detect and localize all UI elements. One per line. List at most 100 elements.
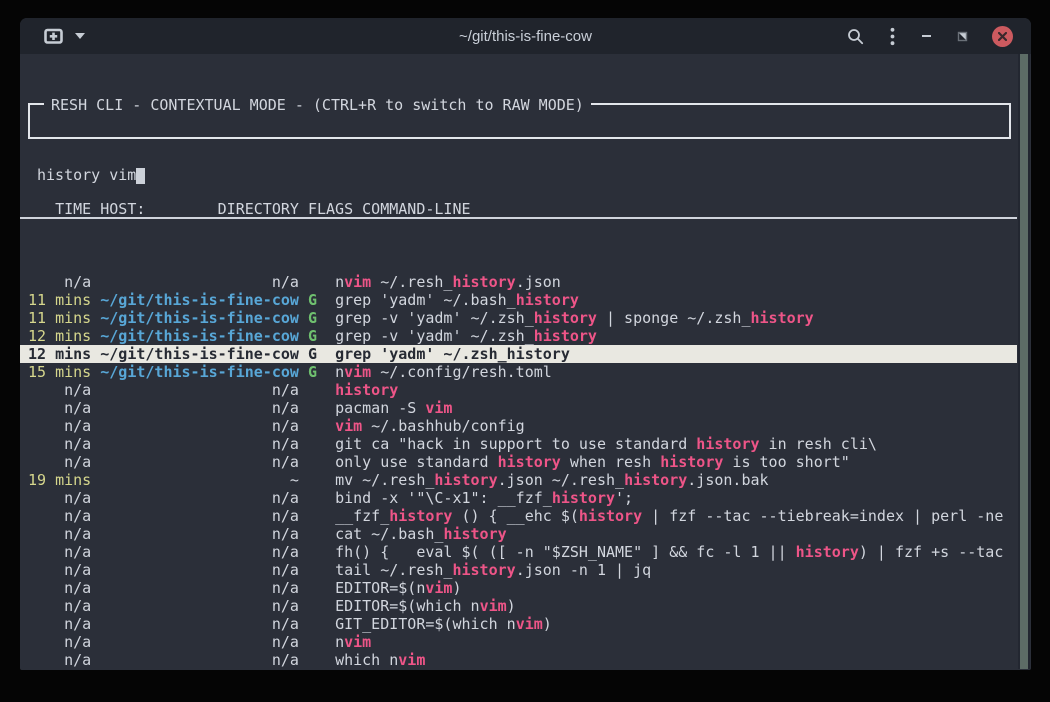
row-text bbox=[299, 561, 335, 579]
row-text bbox=[91, 615, 100, 633]
resh-search-box[interactable]: RESH CLI - CONTEXTUAL MODE - (CTRL+R to … bbox=[28, 103, 1011, 139]
tab-dropdown-button[interactable] bbox=[75, 33, 85, 39]
scrollbar[interactable] bbox=[1018, 54, 1030, 669]
row-text: n/a bbox=[100, 615, 299, 633]
row-text: ~ bbox=[100, 471, 299, 489]
row-text: n/a bbox=[100, 399, 299, 417]
row-text: G bbox=[299, 363, 335, 381]
terminal-window: ~/git/this-is-fine-cow bbox=[20, 18, 1031, 670]
row-text: history bbox=[751, 309, 814, 327]
row-text: n/a bbox=[100, 561, 299, 579]
history-row[interactable]: n/a n/a EDITOR=$(nvim) bbox=[20, 579, 1017, 597]
row-text: grep 'yadm' ~/.zsh_history bbox=[335, 345, 570, 363]
history-row[interactable]: n/a n/a nvim bbox=[20, 633, 1017, 651]
row-text: n/a bbox=[100, 651, 299, 669]
history-row[interactable]: n/a n/a cat .bash_history bbox=[20, 669, 1017, 670]
row-text: 11 mins bbox=[28, 291, 91, 309]
row-text: history bbox=[624, 471, 687, 489]
history-row[interactable]: 12 mins ~/git/this-is-fine-cow G grep 'y… bbox=[20, 345, 1017, 363]
history-row[interactable]: n/a n/a bind -x '"\C-x1": __fzf_history'… bbox=[20, 489, 1017, 507]
history-row[interactable]: n/a n/a only use standard history when r… bbox=[20, 453, 1017, 471]
row-text bbox=[299, 471, 335, 489]
close-button[interactable] bbox=[992, 26, 1013, 47]
row-text: history bbox=[452, 273, 515, 291]
row-text: 12 mins bbox=[28, 345, 91, 363]
row-text bbox=[91, 309, 100, 327]
row-text: n/a bbox=[100, 381, 299, 399]
history-row[interactable]: n/a n/a EDITOR=$(which nvim) bbox=[20, 597, 1017, 615]
row-text bbox=[299, 525, 335, 543]
row-text: n/a bbox=[28, 507, 91, 525]
history-row[interactable]: n/a n/a fh() { eval $( ([ -n "$ZSH_NAME"… bbox=[20, 543, 1017, 561]
minimize-button[interactable] bbox=[921, 34, 933, 38]
row-text: history bbox=[443, 525, 506, 543]
row-text bbox=[91, 525, 100, 543]
history-row[interactable]: 15 mins ~/git/this-is-fine-cow G nvim ~/… bbox=[20, 363, 1017, 381]
row-text: ) bbox=[452, 579, 461, 597]
row-text: vim bbox=[344, 273, 371, 291]
row-text bbox=[91, 633, 100, 651]
row-text: .json -n 1 | jq bbox=[516, 561, 651, 579]
history-row[interactable]: 19 mins ~ mv ~/.resh_history.json ~/.res… bbox=[20, 471, 1017, 489]
row-text bbox=[91, 273, 100, 291]
row-text: when resh bbox=[561, 453, 660, 471]
restore-button[interactable] bbox=[957, 31, 968, 42]
row-text: n/a bbox=[28, 273, 91, 291]
history-row[interactable]: n/a n/a which nvim bbox=[20, 651, 1017, 669]
history-row[interactable]: n/a n/a pacman -S vim bbox=[20, 399, 1017, 417]
history-row[interactable]: n/a n/a cat ~/.bash_history bbox=[20, 525, 1017, 543]
row-text bbox=[299, 579, 335, 597]
row-text: which n bbox=[335, 651, 398, 669]
row-text: n/a bbox=[28, 651, 91, 669]
row-text: n/a bbox=[28, 597, 91, 615]
menu-button[interactable] bbox=[890, 27, 895, 46]
row-text: history bbox=[389, 507, 452, 525]
row-text bbox=[299, 489, 335, 507]
row-text: only use standard bbox=[335, 453, 498, 471]
history-row[interactable]: n/a n/a git ca "hack in support to use s… bbox=[20, 435, 1017, 453]
new-tab-button[interactable] bbox=[44, 28, 63, 45]
row-text: fh() { eval $( ([ -n "$ZSH_NAME" ] && fc… bbox=[335, 543, 796, 561]
row-text: .json.bak bbox=[687, 471, 768, 489]
row-text: n/a bbox=[100, 435, 299, 453]
row-text: n/a bbox=[100, 669, 299, 670]
row-text: ) | fzf +s --tac bbox=[859, 543, 1004, 561]
row-text: n/a bbox=[28, 489, 91, 507]
history-row[interactable]: 11 mins ~/git/this-is-fine-cow G grep 'y… bbox=[20, 291, 1017, 309]
row-text: n/a bbox=[28, 615, 91, 633]
row-text bbox=[299, 543, 335, 561]
history-row[interactable]: n/a n/a vim ~/.bashhub/config bbox=[20, 417, 1017, 435]
row-text: pacman -S bbox=[335, 399, 425, 417]
history-row[interactable]: n/a n/a __fzf_history () { __ehc $(histo… bbox=[20, 507, 1017, 525]
row-text: () { __ehc $( bbox=[452, 507, 578, 525]
history-row[interactable]: 11 mins ~/git/this-is-fine-cow G grep -v… bbox=[20, 309, 1017, 327]
row-text: in resh cli\ bbox=[760, 435, 877, 453]
history-rows: n/a n/a nvim ~/.resh_history.json11 mins… bbox=[20, 273, 1017, 670]
history-row[interactable]: n/a n/a GIT_EDITOR=$(which nvim) bbox=[20, 615, 1017, 633]
row-text: .json ~/.resh_ bbox=[498, 471, 624, 489]
history-row[interactable]: n/a n/a history bbox=[20, 381, 1017, 399]
row-text: ) bbox=[507, 597, 516, 615]
row-text: .json bbox=[516, 273, 561, 291]
row-text: ~/.config/resh.toml bbox=[371, 363, 552, 381]
row-text: history bbox=[434, 471, 497, 489]
row-text bbox=[91, 453, 100, 471]
row-text: n/a bbox=[28, 579, 91, 597]
row-text: 15 mins bbox=[28, 363, 91, 381]
row-text bbox=[91, 435, 100, 453]
search-query-input[interactable]: history vim bbox=[37, 166, 1009, 184]
row-text: is too short" bbox=[723, 453, 849, 471]
row-text: n bbox=[335, 363, 344, 381]
history-row[interactable]: 12 mins ~/git/this-is-fine-cow G grep -v… bbox=[20, 327, 1017, 345]
row-text: G bbox=[299, 345, 335, 363]
history-row[interactable]: n/a n/a tail ~/.resh_history.json -n 1 |… bbox=[20, 561, 1017, 579]
row-text: history bbox=[452, 561, 515, 579]
scrollbar-thumb[interactable] bbox=[1020, 54, 1028, 669]
row-text bbox=[91, 489, 100, 507]
row-text: n/a bbox=[100, 273, 299, 291]
row-text: vim bbox=[344, 633, 371, 651]
row-text: history bbox=[579, 507, 642, 525]
history-row[interactable]: n/a n/a nvim ~/.resh_history.json bbox=[20, 273, 1017, 291]
row-text: ~/.resh_ bbox=[371, 273, 452, 291]
search-button[interactable] bbox=[847, 28, 864, 45]
